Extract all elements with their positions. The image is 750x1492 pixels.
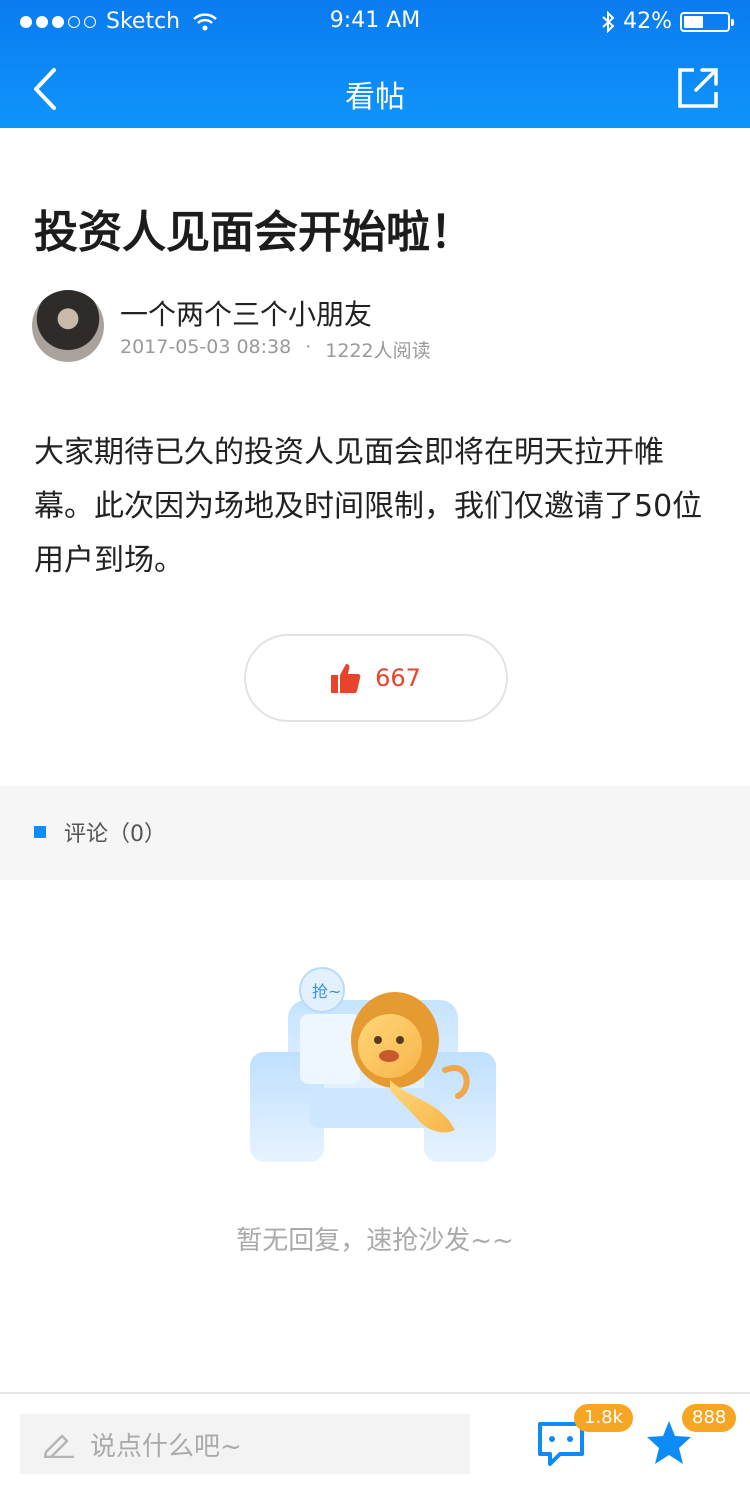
post-body: 大家期待已久的投资人见面会即将在明天拉开帷幕。此次因为场地及时间限制，我们仅邀请… (34, 435, 703, 578)
pencil-icon (43, 1434, 74, 1458)
thumbs-up-icon (331, 664, 361, 693)
comments-header: 评论（0） (0, 786, 750, 880)
section-marker (34, 826, 46, 838)
empty-sofa-lion-illustration: 抢~ (250, 967, 496, 1162)
bottom-action-bar: 说点什么吧~ 1.8k 888 (0, 1392, 750, 1492)
post-meta: 2017-05-03 08:38 · 1222人阅读 (120, 336, 431, 363)
status-right: 42% (601, 9, 734, 34)
battery-icon (680, 11, 734, 32)
status-bar: Sketch 9:41 AM 42% (0, 0, 750, 44)
author-name[interactable]: 一个两个三个小朋友 (120, 293, 372, 333)
meta-separator: · (305, 336, 312, 358)
page-title: 看帖 (345, 80, 405, 115)
comments-label: 评论（0） (64, 822, 166, 847)
comment-input[interactable]: 说点什么吧~ (20, 1414, 470, 1474)
illustration-bubble-text: 抢~ (312, 982, 341, 1001)
comment-count-badge: 1.8k (574, 1404, 634, 1432)
bluetooth-icon (602, 10, 615, 33)
post-date: 2017-05-03 08:38 (120, 336, 292, 358)
share-button[interactable] (676, 66, 720, 110)
like-button[interactable]: 667 (244, 634, 508, 722)
post-title: 投资人见面会开始啦！ (34, 207, 474, 258)
like-count: 667 (375, 664, 421, 692)
avatar[interactable] (32, 290, 104, 362)
battery-percent: 42% (623, 9, 672, 34)
app-header: Sketch 9:41 AM 42% 看帖 (0, 0, 750, 128)
read-count: 1222人阅读 (325, 340, 431, 362)
empty-comments-text: 暂无回复，速抢沙发~~ (236, 1226, 514, 1256)
comment-placeholder: 说点什么吧~ (90, 1431, 242, 1462)
favorite-count-badge: 888 (682, 1404, 737, 1432)
